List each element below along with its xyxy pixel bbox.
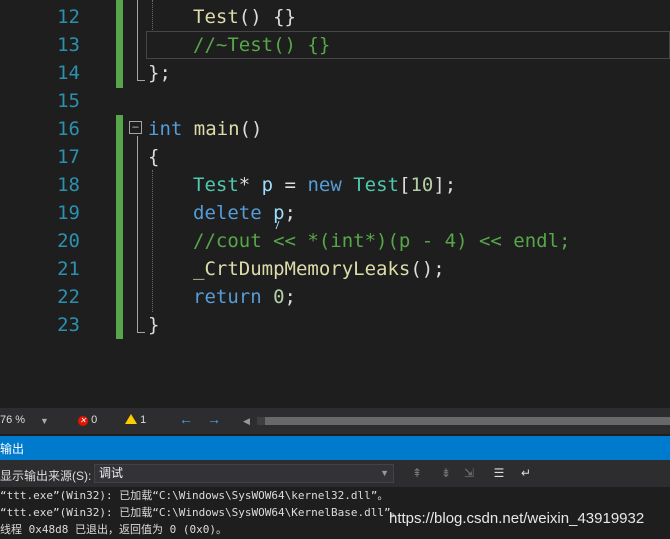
watermark: https://blog.csdn.net/weixin_43919932: [389, 510, 645, 527]
warning-icon: [125, 414, 137, 424]
goto-next-message-icon[interactable]: ⇟: [438, 465, 454, 481]
zoom-dropdown-icon[interactable]: ▼: [40, 416, 49, 426]
code-token: =: [273, 174, 308, 196]
line-number: 19: [57, 202, 80, 224]
code-line[interactable]: _CrtDumpMemoryLeaks();: [193, 255, 445, 283]
line-number: 17: [57, 146, 80, 168]
editor-status-bar: 76 % ▼ ✕ 0 1 ← → ◀: [0, 408, 670, 434]
code-token: 0: [273, 286, 285, 308]
code-token: Test: [193, 6, 239, 28]
output-toolbar: 显示输出来源(S): 调试 ▼ ⇞ ⇟ ⇲ ☰ ↵: [0, 460, 670, 487]
fold-line: [137, 0, 138, 80]
error-icon: ✕: [78, 416, 88, 426]
code-line[interactable]: //~Test() {}: [193, 31, 330, 59]
code-line[interactable]: };: [148, 59, 171, 87]
warning-count-item[interactable]: 1: [125, 414, 146, 426]
line-number: 16: [57, 118, 80, 140]
error-count: 0: [91, 414, 98, 426]
indent-guide: [152, 170, 153, 312]
code-token: {: [148, 146, 160, 168]
code-token: return: [193, 286, 262, 308]
source-label: 显示输出来源(S):: [0, 469, 92, 483]
error-count-item[interactable]: ✕ 0: [78, 414, 97, 426]
line-number: 18: [57, 174, 80, 196]
indent-guide: [152, 0, 153, 32]
clear-all-icon[interactable]: ☰: [491, 465, 507, 481]
change-marker: [116, 115, 123, 339]
line-number: 15: [57, 90, 80, 112]
code-line[interactable]: int main(): [148, 115, 262, 143]
forward-arrow-icon[interactable]: →: [207, 411, 221, 427]
code-token: };: [148, 62, 171, 84]
code-token: delete: [193, 202, 262, 224]
output-panel-title: 输出: [0, 436, 670, 460]
code-token: ;: [284, 202, 296, 224]
line-number: 12: [57, 6, 80, 28]
code-token: *: [238, 174, 262, 196]
change-marker: [116, 0, 123, 88]
code-token: () {}: [238, 6, 296, 28]
scrollbar-thumb[interactable]: [265, 417, 670, 425]
find-message-icon[interactable]: ⇲: [461, 465, 477, 481]
code-token: ();: [410, 258, 445, 280]
line-number: 20: [57, 230, 80, 252]
back-arrow-icon[interactable]: ←: [179, 411, 193, 427]
line-number: 14: [57, 62, 80, 84]
line-number: 13: [57, 34, 80, 56]
zoom-level[interactable]: 76 %: [0, 414, 25, 426]
word-wrap-icon[interactable]: ↵: [518, 465, 534, 481]
line-number: 23: [57, 314, 80, 336]
code-token: int: [148, 118, 183, 140]
code-token: Test: [353, 174, 399, 196]
warning-count: 1: [140, 414, 147, 426]
code-token: new: [307, 174, 342, 196]
code-token: _CrtDumpMemoryLeaks: [193, 258, 411, 280]
code-line[interactable]: Test* p = new Test[10];: [193, 171, 456, 199]
code-token: (): [239, 118, 263, 140]
line-number: 22: [57, 286, 80, 308]
source-value: 调试: [99, 466, 124, 480]
collapse-icon[interactable]: −: [129, 121, 142, 134]
code-line[interactable]: Test() {}: [193, 3, 296, 31]
code-token: p: [261, 174, 274, 196]
code-editor[interactable]: − 12 13 14 15 16 17 18 19 20 21 22 23 Test() {}//~T…: [0, 0, 670, 408]
code-token: }: [148, 314, 160, 336]
code-line[interactable]: return 0;: [193, 283, 296, 311]
chevron-down-icon: ▼: [380, 468, 389, 478]
fold-line: [137, 136, 138, 332]
code-token: main: [193, 118, 240, 140]
fold-line-end: [137, 80, 145, 81]
output-line: “ttt.exe”(Win32): 已加载“C:\Windows\SysWOW6…: [0, 489, 389, 502]
output-title: 输出: [0, 442, 25, 456]
code-line[interactable]: //cout << *(int*)(p - 4) << endl;: [193, 227, 571, 255]
code-token: 10: [410, 174, 434, 196]
line-number: 21: [57, 258, 80, 280]
code-line[interactable]: }: [148, 311, 159, 339]
code-token: //~Test() {}: [193, 34, 331, 56]
output-source-select[interactable]: 调试 ▼: [94, 464, 394, 483]
code-token: //cout << *(int*)(p - 4) << endl;: [193, 230, 571, 252]
code-token: ];: [433, 174, 457, 196]
code-token: Test: [193, 174, 239, 196]
code-token: ;: [284, 286, 296, 308]
goto-prev-message-icon[interactable]: ⇞: [409, 465, 425, 481]
code-line[interactable]: {: [148, 143, 159, 171]
scroll-left-icon[interactable]: ◀: [243, 416, 250, 427]
fold-line-end: [137, 332, 145, 333]
code-token: [: [398, 174, 411, 196]
